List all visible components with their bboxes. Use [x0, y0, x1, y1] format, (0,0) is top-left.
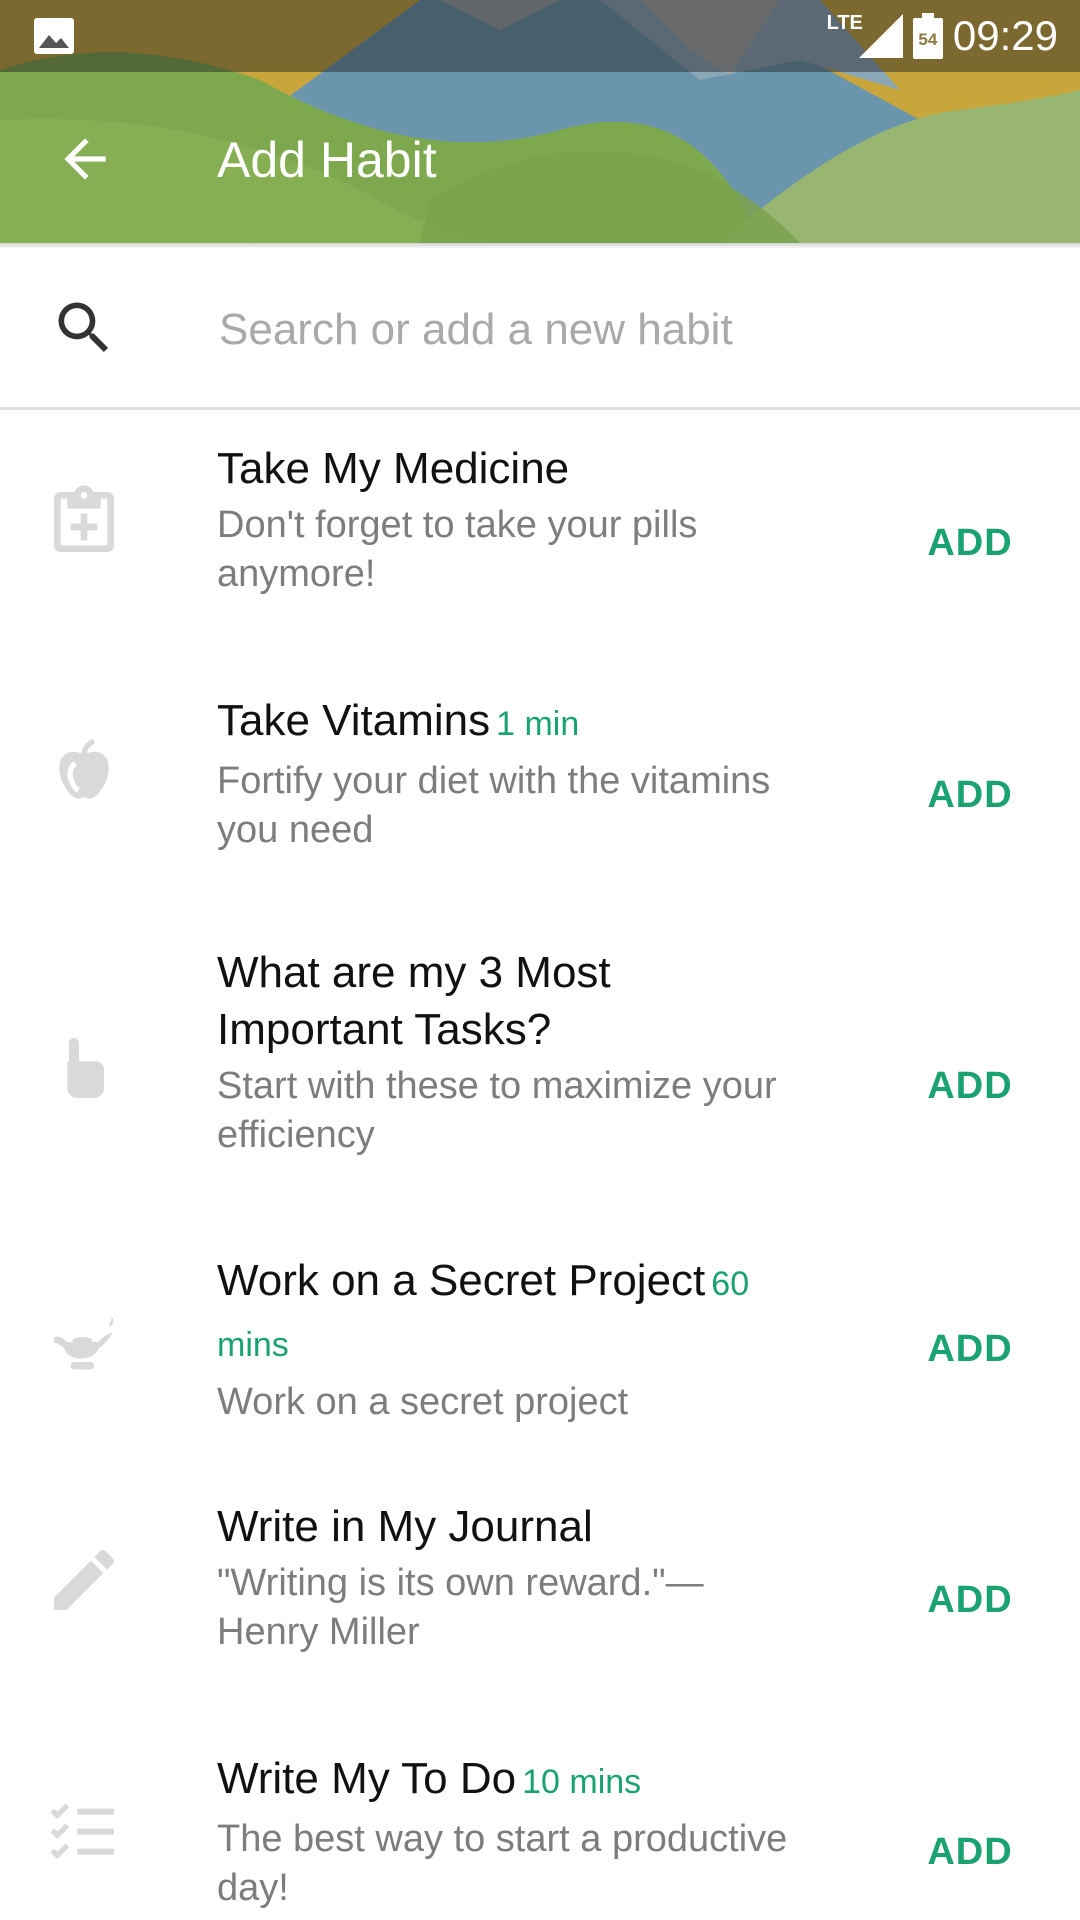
- habit-description: Start with these to maximize your effici…: [217, 1065, 777, 1156]
- habit-title: Write in My Journal: [217, 1498, 807, 1555]
- habit-description: Don't forget to take your pills anymore!: [217, 504, 698, 595]
- add-habit-button[interactable]: ADD: [900, 1817, 1040, 1887]
- habit-description: Fortify your diet with the vitamins you …: [217, 760, 771, 851]
- habit-description: "Writing is its own reward."— Henry Mill…: [217, 1562, 704, 1653]
- habit-title-text: Take My Medicine: [217, 444, 570, 493]
- habit-title: Take Vitamins 1 min: [217, 692, 807, 753]
- status-bar: LTE 54 09:29: [0, 0, 1080, 72]
- habit-title: Write My To Do 10 mins: [217, 1750, 807, 1811]
- apple-icon: [59, 738, 109, 799]
- habit-title: Take My Medicine: [217, 440, 807, 497]
- habit-text: Take Vitamins 1 min Fortify your diet wit…: [217, 692, 807, 855]
- magic-lamp-icon: [54, 1317, 114, 1370]
- habit-title-text: Take Vitamins: [217, 696, 491, 745]
- habit-item-write-journal[interactable]: Write in My Journal "Writing is its own …: [0, 1498, 1080, 1668]
- lte-label: LTE: [826, 12, 863, 34]
- habit-title: Work on a Secret Project 60 mins: [217, 1252, 807, 1374]
- add-habit-button[interactable]: ADD: [900, 1314, 1040, 1384]
- add-habit-button[interactable]: ADD: [900, 508, 1040, 578]
- habit-title: What are my 3 Most Important Tasks?: [217, 944, 807, 1058]
- habit-title-text: Write My To Do: [217, 1754, 517, 1803]
- habit-description: Work on a secret project: [217, 1381, 629, 1423]
- search-bar: [0, 249, 1080, 410]
- habit-duration: 10 mins: [522, 1763, 642, 1801]
- status-time: 09:29: [952, 12, 1058, 59]
- habit-item-take-my-medicine[interactable]: Take My Medicine Don't forget to take yo…: [0, 440, 1080, 610]
- search-icon: [58, 302, 109, 353]
- page-title: Add Habit: [217, 132, 437, 188]
- image-notification-icon: [34, 18, 74, 54]
- habit-description: The best way to start a productive day!: [217, 1818, 788, 1909]
- habit-item-most-important-tasks[interactable]: What are my 3 Most Important Tasks? Star…: [0, 944, 1080, 1170]
- battery-level: 54: [918, 30, 938, 49]
- habit-duration: 1 min: [496, 705, 580, 743]
- app-header: LTE 54 09:29 Add Habit: [0, 0, 1080, 243]
- battery-icon: 54: [912, 13, 943, 59]
- habit-item-secret-project[interactable]: Work on a Secret Project 60 mins Work on …: [0, 1252, 1080, 1423]
- add-habit-button[interactable]: ADD: [900, 1565, 1040, 1635]
- back-arrow-icon[interactable]: [54, 128, 116, 190]
- status-indicators: LTE 54 09:29: [827, 8, 1058, 64]
- habit-text: Write My To Do 10 mins The best way to st…: [217, 1750, 807, 1913]
- habit-text: What are my 3 Most Important Tasks? Star…: [217, 944, 807, 1160]
- add-habit-button[interactable]: ADD: [900, 760, 1040, 830]
- habit-item-write-todo[interactable]: Write My To Do 10 mins The best way to st…: [0, 1750, 1080, 1920]
- habit-title-text: What are my 3 Most Important Tasks?: [217, 948, 611, 1054]
- habit-item-take-vitamins[interactable]: Take Vitamins 1 min Fortify your diet wit…: [0, 692, 1080, 862]
- pointing-hand-icon: [67, 1038, 104, 1098]
- clipboard-plus-icon: [54, 485, 114, 552]
- search-input[interactable]: [217, 289, 1021, 371]
- habit-text: Take My Medicine Don't forget to take yo…: [217, 440, 807, 599]
- habit-title-text: Write in My Journal: [217, 1502, 593, 1551]
- habit-text: Work on a Secret Project 60 mins Work on …: [217, 1252, 807, 1427]
- habit-text: Write in My Journal "Writing is its own …: [217, 1498, 807, 1657]
- checklist-icon: [50, 1803, 114, 1860]
- signal-icon: [858, 14, 903, 58]
- habit-title-text: Work on a Secret Project: [217, 1256, 706, 1305]
- pencil-icon: [54, 1549, 115, 1610]
- add-habit-button[interactable]: ADD: [900, 1051, 1040, 1121]
